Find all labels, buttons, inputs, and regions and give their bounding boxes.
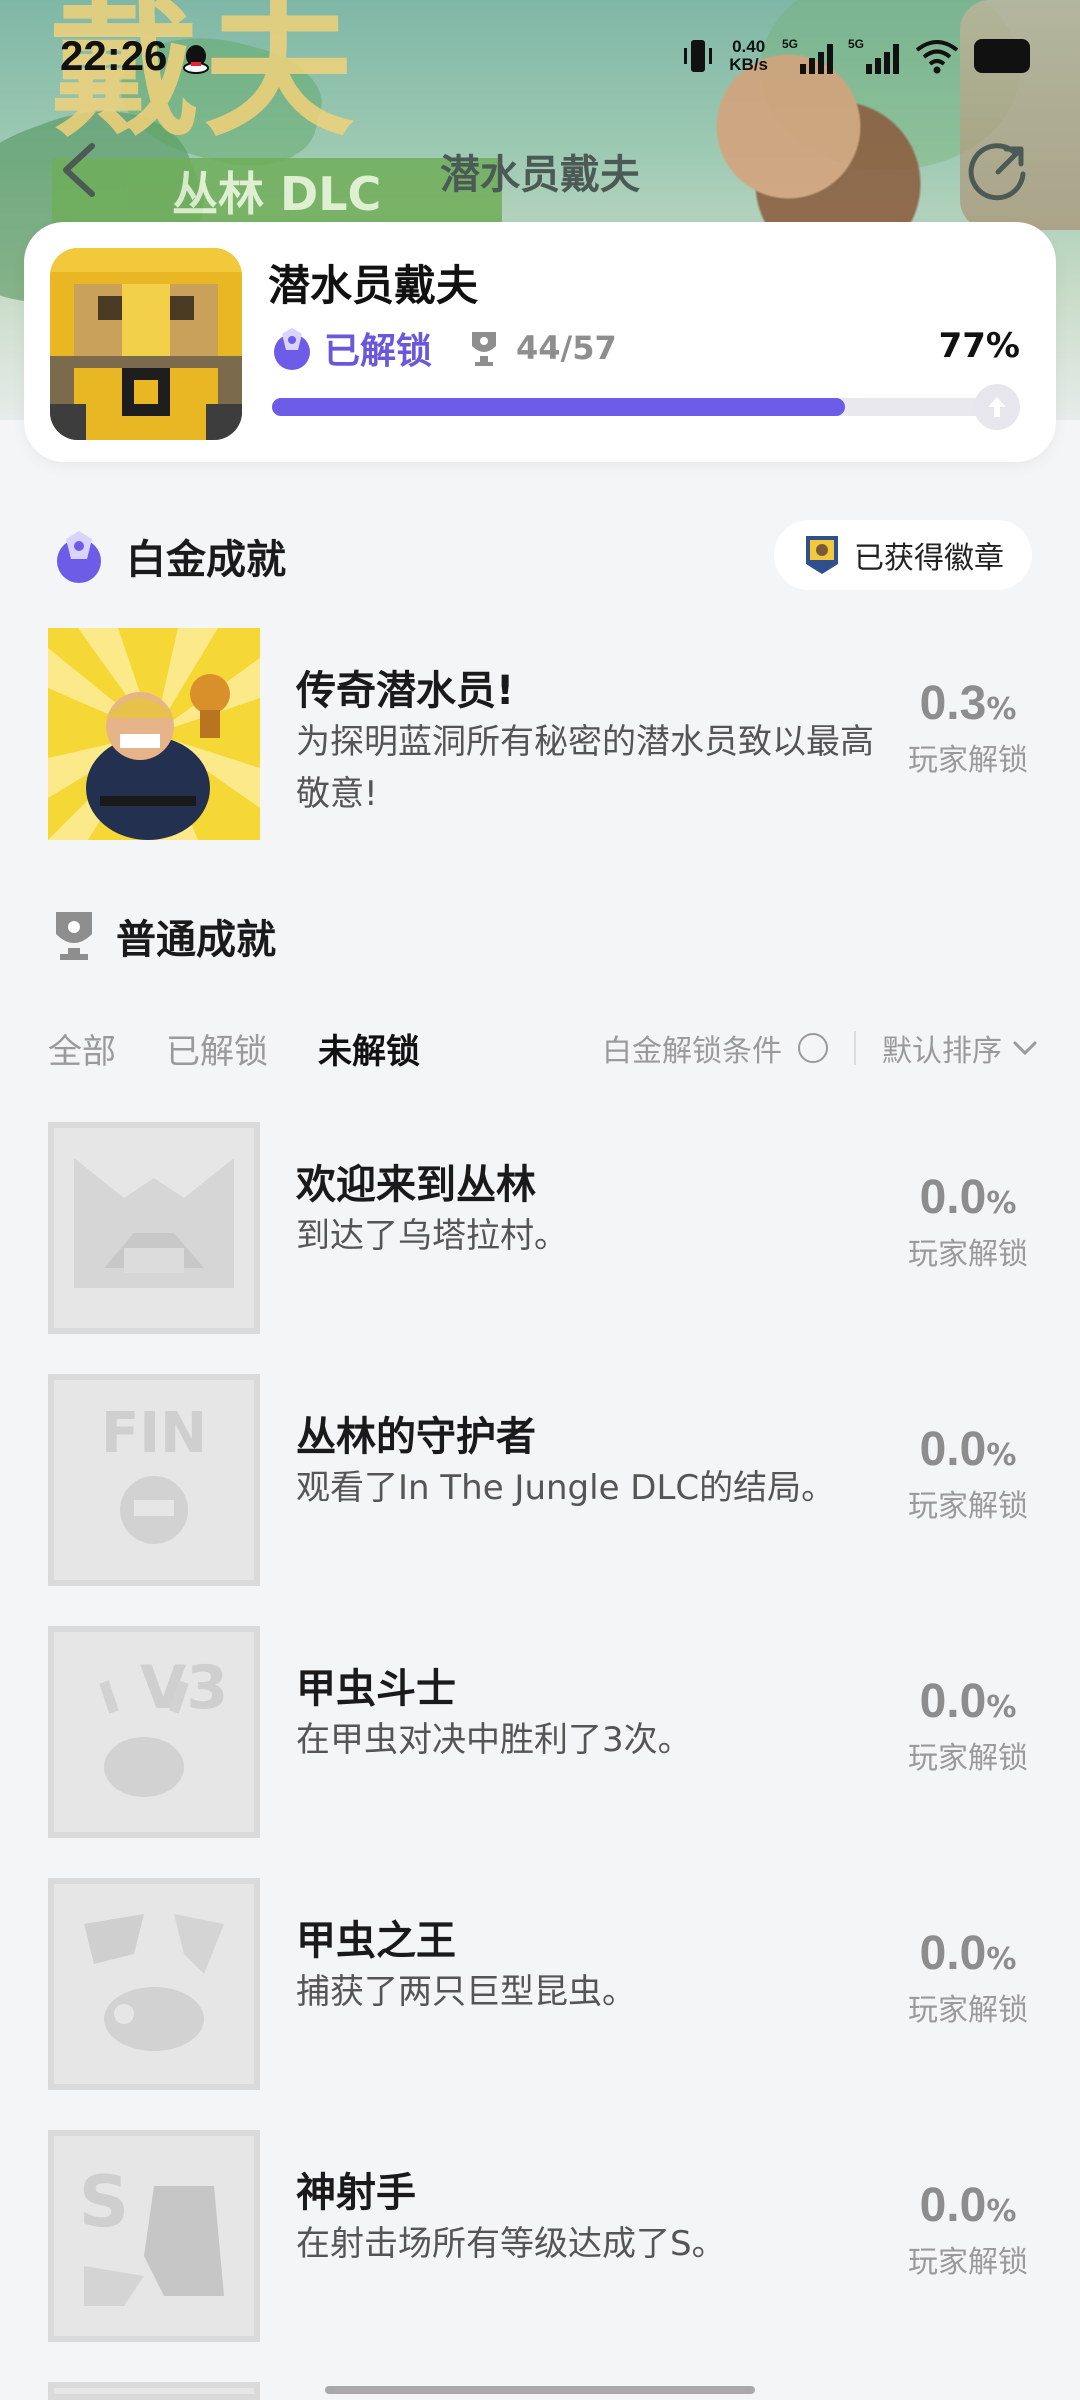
rate-label: 玩家解锁 [908, 1237, 1028, 1272]
rate-label: 玩家解锁 [908, 2245, 1028, 2280]
achievement-title: 甲虫之王 [296, 1918, 456, 1964]
filter-row: 全部 已解锁 未解锁 白金解锁条件 默认排序 [48, 1018, 1038, 1078]
normal-section-header: 普通成就 [50, 906, 276, 966]
rate-label: 玩家解锁 [908, 1741, 1028, 1776]
chevron-down-icon[interactable] [1012, 1038, 1038, 1058]
net-speed: 0.40 KB/s [729, 38, 768, 74]
platinum-trophy-icon [57, 531, 101, 583]
platinum-condition-radio-icon[interactable] [798, 1033, 828, 1063]
platinum-achievement[interactable]: 传奇潜水员! 为探明蓝洞所有秘密的潜水员致以最高敬意! 0.3% 玩家解锁 [48, 628, 1038, 840]
nav-title: 潜水员戴夫 [440, 152, 640, 198]
rate-label: 玩家解锁 [908, 743, 1028, 778]
rate-value: 0.0 [919, 1927, 987, 1980]
net-speed-value: 0.40 [732, 37, 766, 56]
platinum-section-header: 白金成就 [50, 526, 286, 586]
tab-all[interactable]: 全部 [48, 1024, 116, 1073]
svg-text:5G: 5G [782, 37, 798, 51]
rate-unit: % [986, 692, 1017, 727]
rate-label: 玩家解锁 [908, 1489, 1028, 1524]
rate-unit: % [986, 1690, 1017, 1725]
platinum-trophy-icon [274, 328, 310, 370]
achievement-rate: 0.0% 玩家解锁 [898, 1926, 1038, 2029]
badge-icon [806, 536, 838, 574]
trophy-icon [472, 332, 497, 366]
qq-icon [183, 45, 209, 74]
rate-value: 0.0 [919, 2179, 987, 2232]
unlock-percent: 77% [938, 326, 1020, 366]
locked-achievement-icon: FIN [48, 1374, 260, 1586]
achievement-item[interactable]: V3 甲虫斗士 在甲虫对决中胜利了3次。 0.0% 玩家解锁 [48, 1626, 1038, 1838]
achievement-icon-text: FIN [101, 1401, 207, 1466]
locked-achievement-icon: S [48, 2130, 260, 2342]
status-bar: 22:26 0.40 KB/s 5G 5G [0, 0, 1080, 110]
game-cover [50, 248, 242, 440]
net-speed-unit: KB/s [729, 55, 768, 74]
rate-unit: % [986, 1186, 1017, 1221]
achievement-icon-text: S [79, 2161, 129, 2243]
share-button[interactable] [968, 140, 1030, 202]
achievement-desc: 到达了乌塔拉村。 [296, 1216, 568, 1256]
achievement-title: 丛林的守护者 [296, 1414, 536, 1460]
achievement-desc: 在甲虫对决中胜利了3次。 [296, 1720, 692, 1760]
tab-locked[interactable]: 未解锁 [318, 1024, 420, 1073]
achievement-title: 欢迎来到丛林 [296, 1162, 536, 1208]
wifi-icon [915, 40, 959, 74]
rate-value: 0.0 [919, 1171, 987, 1224]
normal-section-title: 普通成就 [116, 917, 276, 963]
unlock-count: 44/57 [516, 329, 617, 367]
locked-achievement-icon [48, 1878, 260, 2090]
rate-value: 0.0 [919, 1423, 987, 1476]
filter-divider [854, 1031, 856, 1065]
earned-badge-button[interactable]: 已获得徽章 [774, 520, 1032, 590]
achievement-desc: 在射击场所有等级达成了S。 [296, 2224, 726, 2264]
locked-achievement-icon [48, 1122, 260, 1334]
vibrate-icon [684, 40, 713, 72]
achievement-rate: 0.0% 玩家解锁 [898, 1674, 1038, 1777]
platinum-goal-icon [974, 384, 1020, 430]
unlock-progress-bar [272, 384, 1020, 430]
status-icons: 0.40 KB/s 5G 5G [681, 34, 1030, 78]
platinum-achievement-icon [48, 628, 260, 840]
home-indicator [325, 2386, 755, 2394]
achievement-title: 神射手 [296, 2170, 416, 2216]
sort-dropdown[interactable]: 默认排序 [882, 1026, 1002, 1070]
achievement-item[interactable]: FIN 丛林的守护者 观看了In The Jungle DLC的结局。 0.0%… [48, 1374, 1038, 1586]
rate-value: 0.0 [919, 1675, 987, 1728]
game-name: 潜水员戴夫 [268, 261, 479, 310]
platinum-section-title: 白金成就 [126, 537, 286, 583]
signal-icon: 5G [848, 37, 899, 74]
unlock-progress-fill [272, 398, 845, 416]
status-time: 22:26 [60, 32, 168, 79]
unlock-row: 已解锁 44/57 [268, 320, 617, 376]
achievement-title: 甲虫斗士 [296, 1666, 456, 1712]
achievement-rate: 0.0% 玩家解锁 [898, 1422, 1038, 1525]
platinum-condition-label[interactable]: 白金解锁条件 [602, 1026, 782, 1070]
unlock-label: 已解锁 [324, 331, 433, 372]
rate-unit: % [986, 1438, 1017, 1473]
earned-badge-label: 已获得徽章 [854, 541, 1004, 576]
achievement-desc: 捕获了两只巨型昆虫。 [296, 1972, 636, 2012]
tab-unlocked[interactable]: 已解锁 [166, 1024, 268, 1073]
achievement-rate: 0.0% 玩家解锁 [898, 1170, 1038, 1273]
achievement-item[interactable]: 甲虫之王 捕获了两只巨型昆虫。 0.0% 玩家解锁 [48, 1878, 1038, 2090]
achievement-rate: 0.3% 玩家解锁 [898, 676, 1038, 779]
rate-value: 0.3 [919, 677, 987, 730]
rate-label: 玩家解锁 [908, 1993, 1028, 2028]
achievement-item[interactable]: S 神射手 在射击场所有等级达成了S。 0.0% 玩家解锁 [48, 2130, 1038, 2342]
filter-controls: 白金解锁条件 默认排序 [602, 1018, 1038, 1078]
locked-achievement-icon [48, 2382, 260, 2400]
achievement-desc: 观看了In The Jungle DLC的结局。 [296, 1468, 836, 1508]
achievement-title: 传奇潜水员! [296, 668, 515, 714]
signal-icon: 5G [782, 37, 833, 74]
achievement-item[interactable]: 欢迎来到丛林 到达了乌塔拉村。 0.0% 玩家解锁 [48, 1122, 1038, 1334]
achievement-rate: 0.0% 玩家解锁 [898, 2178, 1038, 2281]
rate-unit: % [986, 2194, 1017, 2229]
battery-icon [974, 39, 1030, 73]
rate-unit: % [986, 1942, 1017, 1977]
locked-achievement-icon: V3 [48, 1626, 260, 1838]
achievement-desc: 为探明蓝洞所有秘密的潜水员致以最高敬意! [296, 722, 874, 814]
svg-text:5G: 5G [848, 37, 864, 51]
game-card: 潜水员戴夫 已解锁 44/57 77% [24, 222, 1056, 462]
trophy-icon [56, 912, 92, 960]
